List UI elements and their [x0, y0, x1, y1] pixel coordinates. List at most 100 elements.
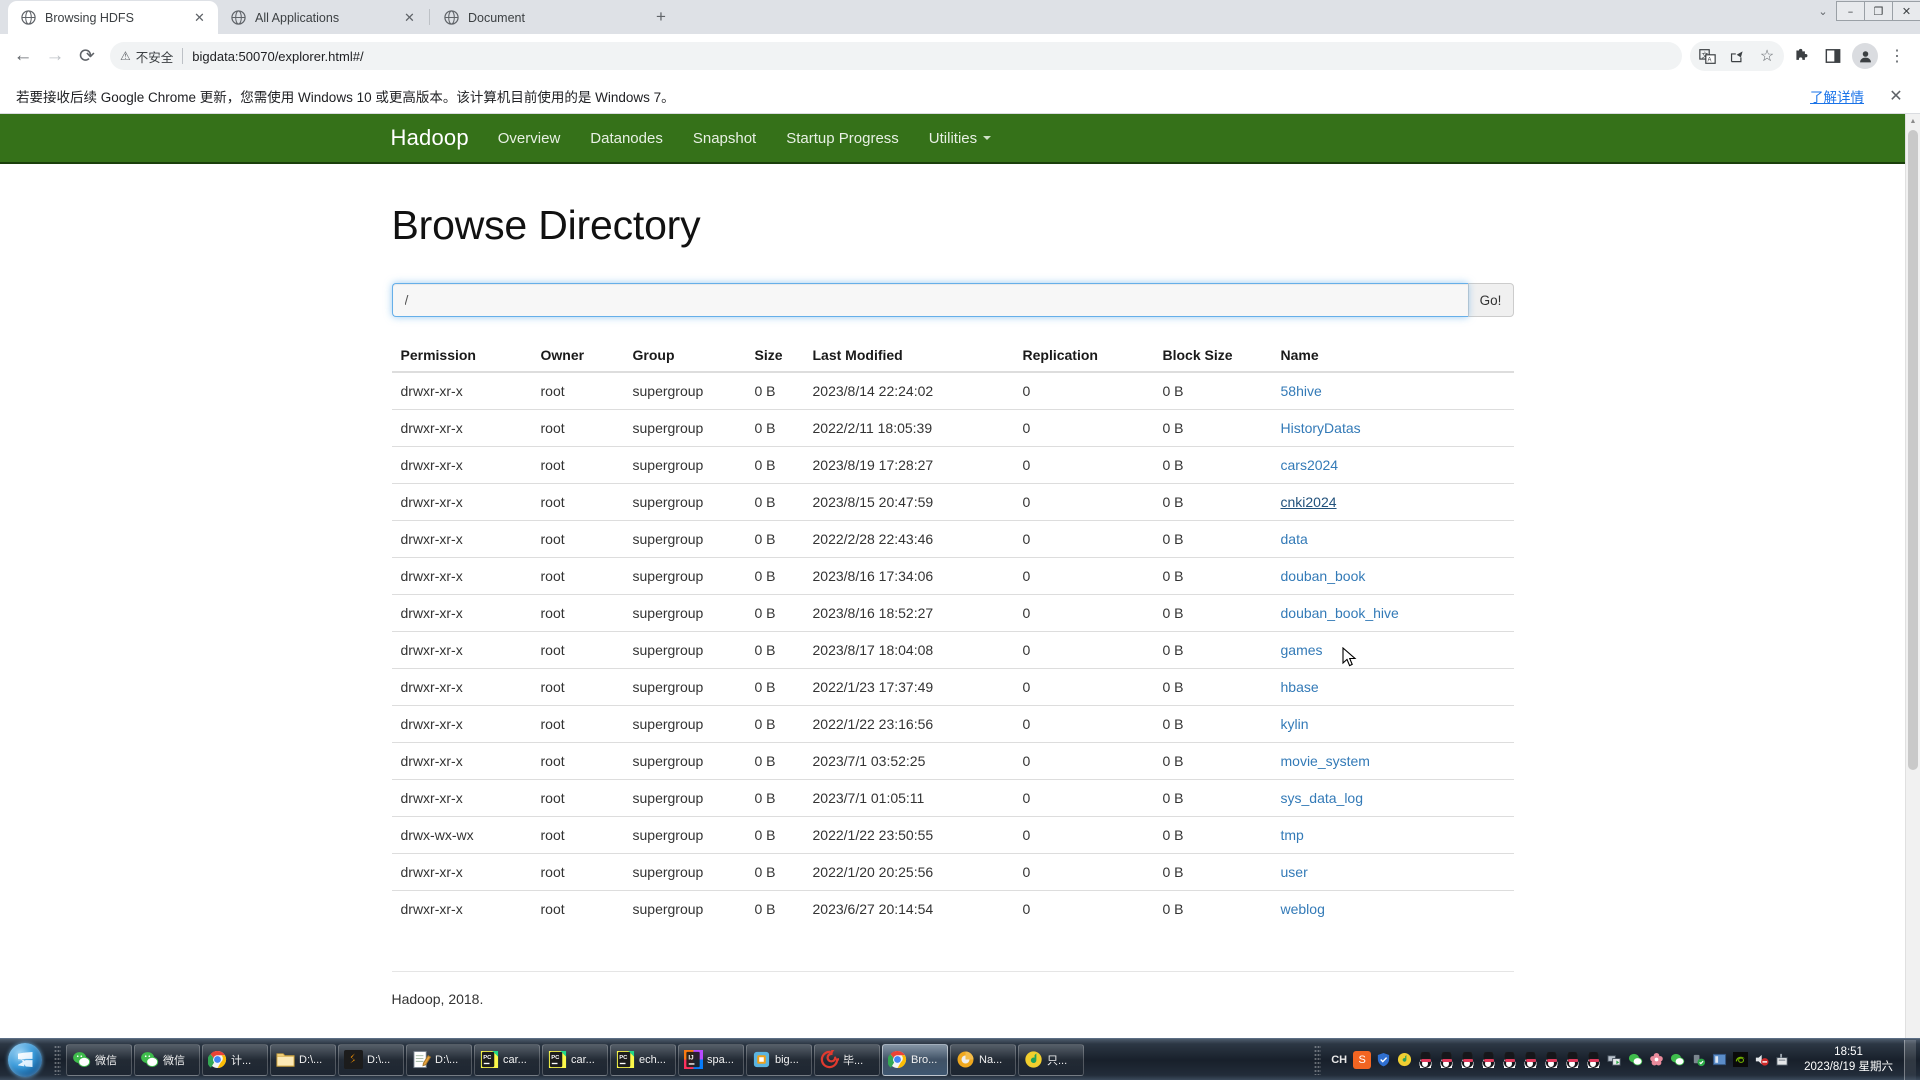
directory-link[interactable]: 58hive [1281, 383, 1322, 399]
taskbar-item[interactable]: 微信 [134, 1043, 200, 1076]
nav-item-utilities[interactable]: Utilities [914, 114, 1006, 163]
taskbar-item[interactable]: PC ech... [610, 1043, 676, 1076]
directory-link[interactable]: kylin [1281, 716, 1309, 732]
wechat-icon[interactable] [1626, 1051, 1644, 1069]
directory-link[interactable]: games [1281, 642, 1323, 658]
learn-more-link[interactable]: 了解详情 [1810, 86, 1864, 106]
qq-icon[interactable] [1542, 1051, 1560, 1069]
address-bar[interactable]: ⚠ 不安全 bigdata:50070/explorer.html#/ [110, 42, 1682, 70]
qq-icon[interactable] [1458, 1051, 1476, 1069]
flower-icon[interactable] [1647, 1051, 1665, 1069]
tab-browsing-hdfs[interactable]: Browsing HDFS ✕ [8, 1, 218, 34]
taskbar-item[interactable]: D:\... [406, 1043, 472, 1076]
profile-avatar[interactable] [1850, 41, 1880, 71]
security-status[interactable]: 不安全 [136, 47, 174, 66]
column-header-block-size[interactable]: Block Size [1153, 339, 1272, 373]
taskbar-clock[interactable]: 18:51 2023/8/19 星期六 [1794, 1045, 1901, 1075]
qq-icon[interactable] [1437, 1051, 1455, 1069]
column-header-owner[interactable]: Owner [531, 339, 624, 373]
close-icon[interactable]: ✕ [191, 9, 208, 26]
taskbar-item[interactable]: big... [746, 1043, 812, 1076]
taskbar-item[interactable]: 计... [202, 1043, 268, 1076]
directory-link[interactable]: tmp [1281, 827, 1304, 843]
chrome-menu-icon[interactable]: ⋮ [1882, 41, 1912, 71]
column-header-size[interactable]: Size [745, 339, 804, 373]
tab-all-applications[interactable]: All Applications ✕ [218, 1, 428, 34]
share-icon[interactable] [1722, 41, 1752, 71]
taskbar-item[interactable]: PC car... [474, 1043, 540, 1076]
hadoop-brand[interactable]: Hadoop [377, 125, 483, 151]
scrollbar-thumb[interactable] [1908, 130, 1918, 770]
nav-item-startup-progress[interactable]: Startup Progress [771, 114, 914, 163]
qq-icon[interactable] [1500, 1051, 1518, 1069]
qq-icon[interactable] [1521, 1051, 1539, 1069]
directory-link[interactable]: HistoryDatas [1281, 420, 1361, 436]
bookmark-star-icon[interactable]: ☆ [1752, 41, 1782, 71]
close-button[interactable]: ✕ [1892, 1, 1920, 21]
url-text[interactable]: bigdata:50070/explorer.html#/ [192, 49, 363, 64]
network-monitor-icon[interactable] [1773, 1051, 1791, 1069]
directory-link[interactable]: cnki2024 [1281, 494, 1337, 510]
qqmusic-icon[interactable] [1395, 1051, 1413, 1069]
nav-item-datanodes[interactable]: Datanodes [575, 114, 678, 163]
minimize-button[interactable]: – [1836, 1, 1865, 21]
usb-safely-remove-icon[interactable] [1689, 1051, 1707, 1069]
nvidia-icon[interactable] [1731, 1051, 1749, 1069]
directory-link[interactable]: douban_book [1281, 568, 1366, 584]
taskbar-item[interactable]: PC car... [542, 1043, 608, 1076]
taskbar-item[interactable]: IJ spa... [678, 1043, 744, 1076]
extensions-puzzle-icon[interactable] [1786, 41, 1816, 71]
wechat-icon[interactable] [1668, 1051, 1686, 1069]
tab-document[interactable]: Document [431, 1, 641, 34]
shield-icon[interactable] [1374, 1051, 1392, 1069]
column-header-permission[interactable]: Permission [391, 339, 532, 373]
directory-path-input[interactable] [391, 283, 1468, 317]
directory-link[interactable]: weblog [1281, 901, 1325, 917]
network-icon[interactable] [1605, 1051, 1623, 1069]
forward-button[interactable]: → [40, 41, 70, 71]
scroll-up-arrow[interactable]: ▲ [1906, 114, 1920, 129]
taskbar-item[interactable]: Bro... [882, 1043, 948, 1076]
taskbar-grip[interactable] [54, 1044, 61, 1075]
side-panel-icon[interactable] [1818, 41, 1848, 71]
ime-indicator[interactable]: CH [1328, 1051, 1350, 1069]
directory-link[interactable]: data [1281, 531, 1308, 547]
qq-icon[interactable] [1563, 1051, 1581, 1069]
nav-item-overview[interactable]: Overview [483, 114, 576, 163]
reload-button[interactable]: ⟳ [72, 41, 102, 71]
taskbar-item[interactable]: Na... [950, 1043, 1016, 1076]
qq-icon[interactable] [1584, 1051, 1602, 1069]
qq-icon[interactable] [1416, 1051, 1434, 1069]
volume-muted-icon[interactable] [1752, 1051, 1770, 1069]
taskbar-item[interactable]: 微信 [66, 1043, 132, 1076]
directory-link[interactable]: cars2024 [1281, 457, 1339, 473]
directory-link[interactable]: user [1281, 864, 1308, 880]
show-desktop-button[interactable] [1904, 1039, 1916, 1080]
taskbar-item[interactable]: D:\... [338, 1043, 404, 1076]
start-button[interactable] [0, 1040, 50, 1080]
back-button[interactable]: ← [8, 41, 38, 71]
directory-link[interactable]: sys_data_log [1281, 790, 1364, 806]
column-header-group[interactable]: Group [623, 339, 746, 373]
qq-icon[interactable] [1479, 1051, 1497, 1069]
close-icon[interactable]: ✕ [401, 9, 418, 26]
translate-icon[interactable]: 文A [1692, 41, 1722, 71]
taskbar-item[interactable]: D:\... [270, 1043, 336, 1076]
tray-grip[interactable] [1314, 1044, 1322, 1075]
directory-link[interactable]: douban_book_hive [1281, 605, 1399, 621]
go-button[interactable]: Go! [1467, 283, 1514, 317]
maximize-button[interactable]: ❐ [1864, 1, 1893, 21]
directory-link[interactable]: hbase [1281, 679, 1319, 695]
column-header-last-modified[interactable]: Last Modified [803, 339, 1014, 373]
sogou-icon[interactable]: S [1353, 1050, 1372, 1069]
tab-search-icon[interactable]: ⌄ [1810, 0, 1836, 22]
taskbar-item[interactable]: 毕... [814, 1043, 880, 1076]
column-header-replication[interactable]: Replication [1013, 339, 1154, 373]
page-scrollbar[interactable]: ▲ [1905, 114, 1920, 1059]
new-tab-button[interactable]: + [647, 3, 675, 31]
display-settings-icon[interactable] [1710, 1051, 1728, 1069]
close-icon[interactable]: ✕ [1886, 86, 1906, 106]
nav-item-snapshot[interactable]: Snapshot [678, 114, 771, 163]
directory-link[interactable]: movie_system [1281, 753, 1370, 769]
column-header-name[interactable]: Name [1271, 339, 1514, 373]
